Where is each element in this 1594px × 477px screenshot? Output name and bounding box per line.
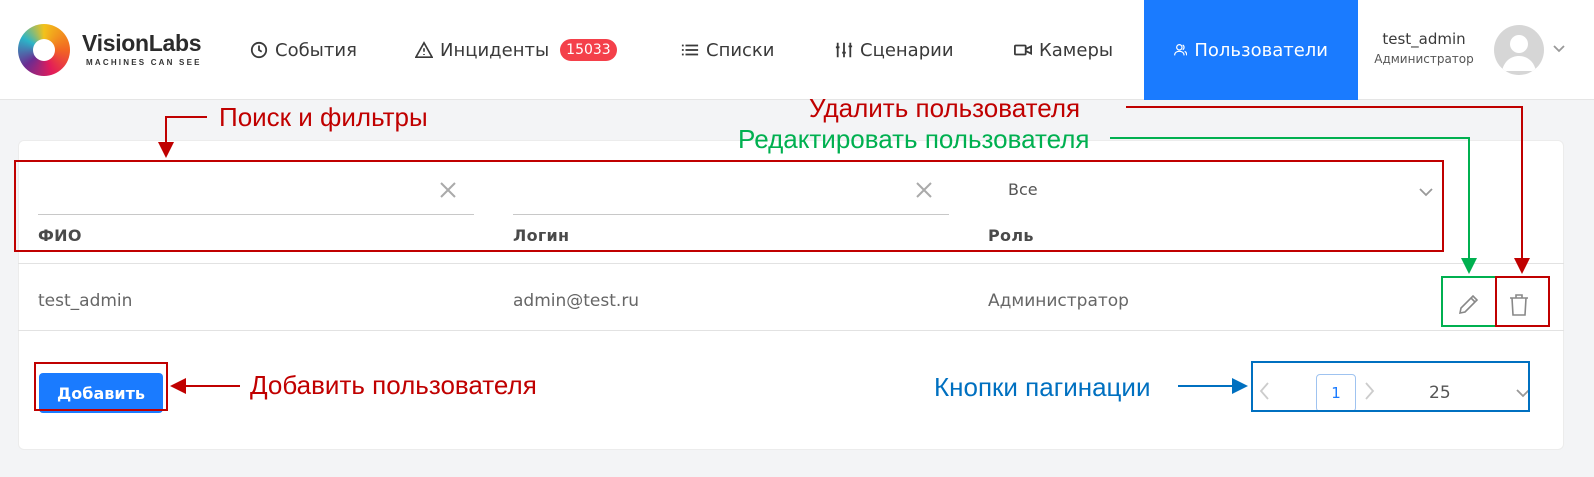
nav-events-label: События <box>275 39 357 61</box>
search-filters-highlight <box>14 160 1444 252</box>
row-divider <box>18 330 1564 331</box>
annotation-delete-user: Удалить пользователя <box>809 93 1081 123</box>
clock-icon <box>250 41 268 59</box>
nav-cameras-label: Камеры <box>1039 39 1114 61</box>
nav-cameras[interactable]: Камеры <box>1014 0 1113 100</box>
current-user-role: Администратор <box>1374 52 1474 66</box>
chevron-down-icon[interactable] <box>1552 42 1566 56</box>
nav-incidents-label: Инциденты <box>440 39 550 61</box>
row-divider <box>18 263 1564 264</box>
warning-icon <box>415 41 433 59</box>
sliders-icon <box>835 42 853 58</box>
cell-role: Администратор <box>988 291 1129 311</box>
nav-scenarios[interactable]: Сценарии <box>835 0 954 100</box>
camera-icon <box>1014 44 1032 56</box>
nav-users-label: Пользователи <box>1194 39 1328 61</box>
edit-user-highlight <box>1441 276 1497 327</box>
list-icon <box>681 44 699 56</box>
top-header: VisionLabs MACHINES CAN SEE События Инци… <box>0 0 1594 100</box>
nav-scenarios-label: Сценарии <box>860 39 954 61</box>
users-icon <box>1174 44 1188 56</box>
user-silhouette-icon <box>1502 35 1536 71</box>
nav-lists[interactable]: Списки <box>681 0 775 100</box>
nav-events[interactable]: События <box>250 0 357 100</box>
cell-fio: test_admin <box>38 291 133 311</box>
add-user-highlight <box>34 362 168 411</box>
nav-incidents[interactable]: Инциденты 15033 <box>415 0 617 100</box>
brand-tagline: MACHINES CAN SEE <box>86 58 202 67</box>
annotation-pagination: Кнопки пагинации <box>934 372 1151 402</box>
annotation-edit-user: Редактировать пользователя <box>738 124 1090 154</box>
cell-login: admin@test.ru <box>513 291 640 311</box>
nav-lists-label: Списки <box>706 39 775 61</box>
avatar[interactable] <box>1494 25 1544 75</box>
brand-name: VisionLabs <box>82 30 202 56</box>
incidents-count-badge: 15033 <box>560 39 617 61</box>
pagination-highlight <box>1251 361 1530 412</box>
annotation-add-user: Добавить пользователя <box>250 370 537 400</box>
current-user-name: test_admin <box>1382 30 1466 48</box>
visionlabs-logo[interactable] <box>18 24 70 76</box>
nav-users[interactable]: Пользователи <box>1144 0 1358 100</box>
annotation-search-filters: Поиск и фильтры <box>219 102 428 132</box>
delete-user-highlight <box>1495 276 1550 327</box>
